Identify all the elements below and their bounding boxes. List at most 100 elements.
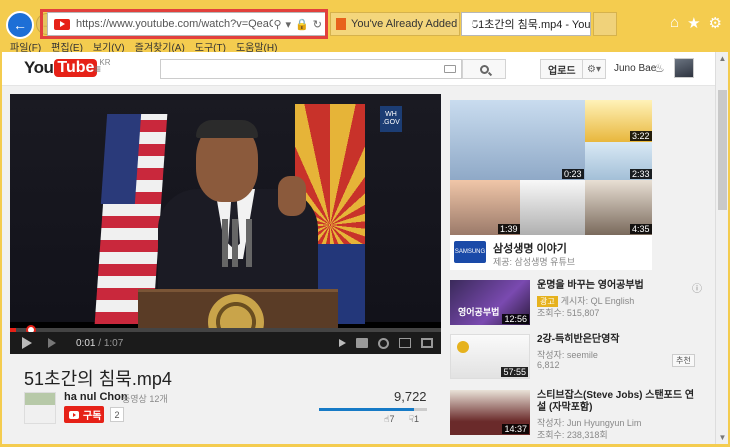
duration-badge: 12:56 — [502, 314, 529, 324]
settings-icon[interactable] — [378, 337, 389, 349]
menu-help[interactable]: 도움말(H) — [236, 39, 277, 54]
related-views: 6,812 — [537, 360, 560, 370]
star-icon[interactable]: ★ — [687, 14, 700, 32]
video-title: 51초간의 침묵.mp4 — [24, 369, 172, 389]
current-time: 0:01 — [76, 337, 96, 349]
like-button[interactable]: ☝7 — [384, 414, 395, 425]
office-favicon-icon — [336, 18, 346, 30]
duration-badge: 14:37 — [502, 424, 529, 434]
tab-label: You've Already Added This A... — [351, 18, 459, 30]
whitehouse-badge: WH .GOV — [380, 106, 402, 132]
related-title[interactable]: 운명을 바꾸는 영어공부법 — [537, 280, 697, 292]
avatar[interactable] — [674, 58, 694, 78]
info-icon[interactable]: ⓘ — [692, 280, 702, 295]
related-views: 조회수: 515,807 — [537, 308, 600, 318]
duration-badge: 0:23 — [562, 169, 584, 179]
captions-icon[interactable] — [356, 338, 368, 348]
menu-bar: 파일(F) 편집(E) 보기(V) 즐겨찾기(A) 도구(T) 도움말(H) — [0, 39, 730, 54]
promo-title[interactable]: 삼성생명 이야기 — [493, 240, 567, 256]
menu-favorites[interactable]: 즐겨찾기(A) — [135, 39, 185, 54]
subscriber-count: 2 — [110, 407, 124, 422]
list-item[interactable]: 57:55 2강-득히반은단영작 작성자: seemile 6,812 추천 — [450, 334, 710, 382]
page-viewport: You Tube KR ≡ 업로드 ⚙▾ Juno Bae ♨ WH .GOV … — [2, 52, 715, 444]
video-thumbnail[interactable]: 14:37 — [450, 390, 530, 435]
next-icon[interactable] — [48, 338, 56, 348]
region-label: KR — [99, 58, 111, 67]
theater-mode-icon[interactable] — [399, 338, 411, 348]
tab-added[interactable]: You've Already Added This A... — [330, 12, 460, 36]
video-thumbnail[interactable]: 57:55 — [450, 334, 530, 379]
like-ratio-fill — [319, 408, 414, 411]
user-name[interactable]: Juno Bae — [614, 63, 656, 74]
related-author: 게시자: QL English — [560, 296, 635, 306]
promo-thumbnail-grid[interactable]: 3:22 0:23 2:33 1:39 4:35 — [450, 100, 652, 235]
search-button[interactable] — [462, 59, 506, 79]
recommend-button[interactable]: 추천 — [672, 354, 695, 367]
search-icon — [479, 64, 489, 74]
menu-file[interactable]: 파일(F) — [10, 39, 41, 54]
browser-toolbar-icons: ⌂ ★ ⚙ — [670, 14, 722, 32]
video-player[interactable]: WH .GOV 0:01 / 1:07 — [10, 94, 441, 354]
keyboard-icon[interactable] — [444, 65, 456, 73]
dislike-button[interactable]: ☟1 — [409, 414, 420, 425]
subscribe-button[interactable]: 구독 — [64, 406, 104, 423]
new-tab-button[interactable] — [593, 12, 617, 36]
microphone — [222, 219, 228, 267]
home-icon[interactable]: ⌂ — [670, 14, 679, 32]
duration: 1:07 — [103, 337, 124, 349]
tab-label: 51초간의 침묵.mp4 - YouT... — [472, 19, 591, 31]
dislike-count: 1 — [413, 414, 419, 424]
fullscreen-icon[interactable] — [421, 338, 433, 348]
video-thumbnail[interactable]: 영어공부법 12:56 — [450, 280, 530, 325]
menu-edit[interactable]: 편집(E) — [51, 39, 83, 54]
related-views: 조회수: 238,318회 — [537, 430, 608, 440]
channel-name[interactable]: ha nul Chon — [64, 391, 128, 403]
view-count: 9,722 — [394, 389, 427, 404]
subscribe-label: 구독 — [83, 411, 102, 422]
us-flag-canton — [100, 114, 142, 204]
samsung-logo: SAMSUNG — [454, 241, 486, 263]
search-input[interactable] — [160, 59, 462, 79]
browser-window: ← → https://www.youtube.com/watch?v=QeaG… — [0, 0, 730, 447]
address-highlight-box — [40, 9, 328, 39]
address-row: ← → https://www.youtube.com/watch?v=QeaG… — [0, 8, 730, 40]
settings-dropdown-button[interactable]: ⚙▾ — [582, 59, 606, 79]
like-count: 7 — [389, 414, 395, 424]
back-button[interactable]: ← — [6, 11, 34, 39]
channel-avatar[interactable] — [24, 392, 56, 424]
related-title[interactable]: 2강-득히반은단영작 — [537, 334, 697, 346]
video-frame: WH .GOV — [10, 94, 441, 350]
guide-menu-icon[interactable]: ≡ — [94, 62, 101, 76]
bell-icon[interactable]: ♨ — [654, 61, 665, 75]
duration-badge: 1:39 — [498, 224, 520, 234]
duration-badge: 2:33 — [630, 169, 652, 179]
microphone — [232, 219, 238, 267]
scroll-up-icon[interactable]: ▲ — [718, 54, 727, 63]
scroll-thumb[interactable] — [718, 90, 727, 210]
speaker-hair — [196, 120, 258, 138]
related-title[interactable]: 스티브잡스(Steve Jobs) 스탠포드 연설 (자막포함) — [537, 390, 697, 414]
logo-you: You — [24, 58, 54, 77]
lecture-logo-icon — [457, 341, 469, 353]
tab-youtube-active[interactable]: 51초간의 침묵.mp4 - YouT... × — [461, 12, 591, 36]
upload-button[interactable]: 업로드 — [540, 59, 584, 79]
back-arrow-icon: ← — [13, 17, 27, 33]
promo-subtitle: 제공: 삼성생명 유튜브 — [493, 257, 576, 267]
player-controls: 0:01 / 1:07 — [10, 332, 441, 354]
play-icon[interactable] — [22, 337, 32, 349]
microphone — [246, 219, 252, 267]
scroll-down-icon[interactable]: ▼ — [718, 433, 727, 442]
logo-tube: Tube — [54, 59, 98, 77]
list-item[interactable]: 14:37 스티브잡스(Steve Jobs) 스탠포드 연설 (자막포함) 작… — [450, 390, 710, 440]
volume-icon[interactable] — [339, 339, 346, 347]
menu-tools[interactable]: 도구(T) — [195, 39, 226, 54]
promo-info[interactable]: SAMSUNG 삼성생명 이야기 제공: 삼성생명 유튜브 — [450, 235, 652, 270]
vertical-scrollbar[interactable]: ▲ ▼ — [715, 52, 728, 444]
gear-icon[interactable]: ⚙ — [709, 14, 722, 32]
speaker-hand — [278, 176, 306, 216]
youtube-header: You Tube KR ≡ 업로드 ⚙▾ Juno Bae ♨ — [2, 52, 715, 86]
channel-video-count: 동영상 12개 — [122, 394, 168, 404]
menu-view[interactable]: 보기(V) — [93, 39, 125, 54]
thumb-text: 영어공부법 — [458, 307, 500, 317]
list-item[interactable]: 영어공부법 12:56 운명을 바꾸는 영어공부법 광고 게시자: QL Engl… — [450, 280, 710, 328]
